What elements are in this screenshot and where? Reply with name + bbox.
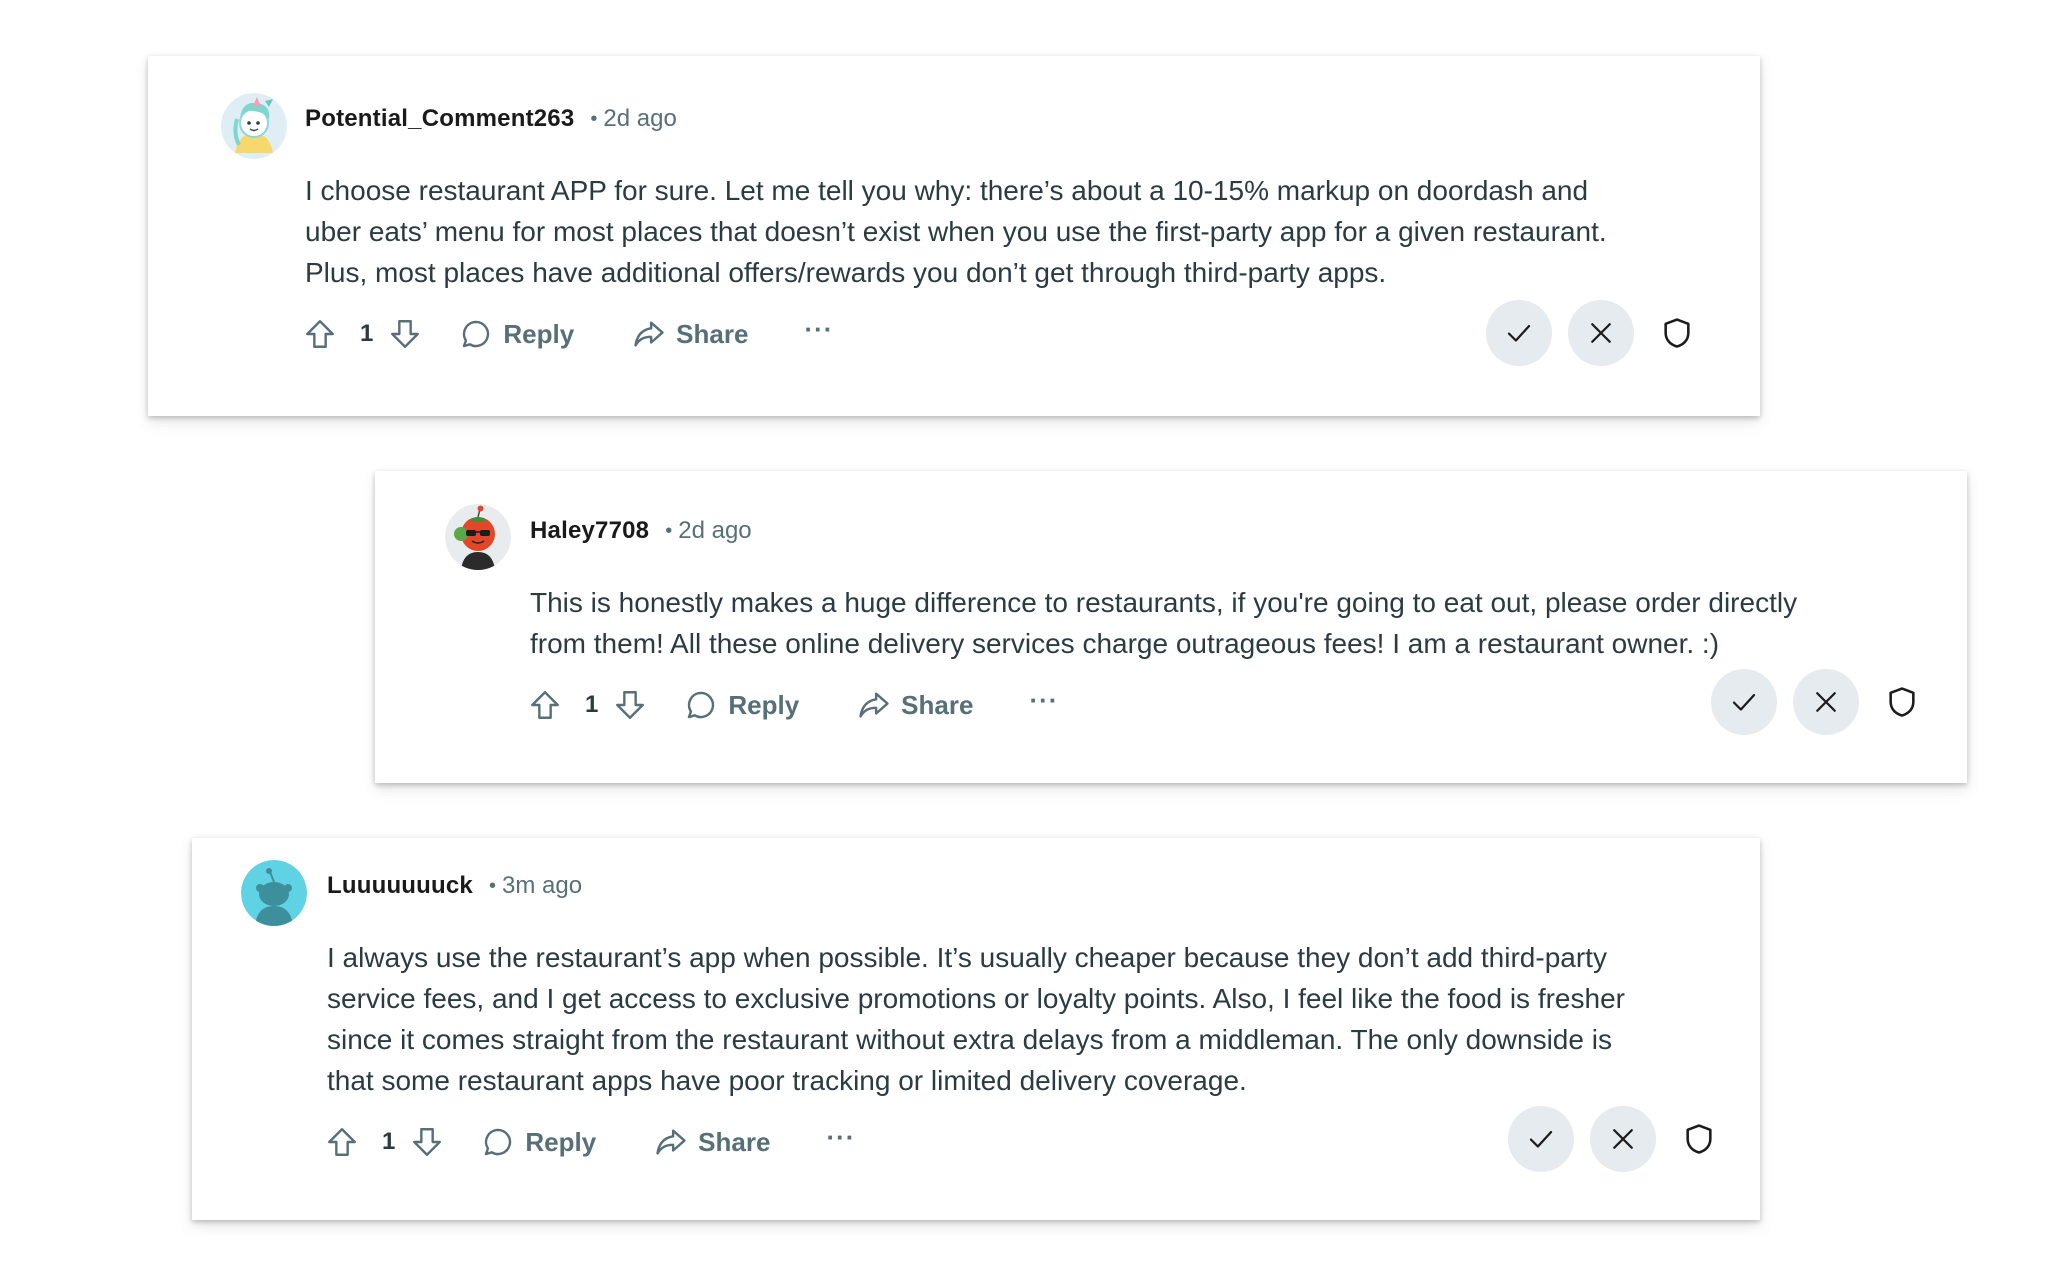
upvote-icon[interactable] [527, 687, 563, 723]
comment-bubble-icon [463, 320, 490, 348]
shield-icon [1686, 1124, 1712, 1154]
comment-body: I choose restaurant APP for sure. Let me… [305, 170, 1607, 293]
remove-button[interactable] [1568, 300, 1634, 366]
separator-dot: • [590, 107, 598, 130]
comment-line: since it comes straight from the restaur… [327, 1024, 1612, 1055]
comment-line: I always use the restaurant’s app when p… [327, 942, 1607, 973]
mod-actions [1711, 669, 1927, 735]
comment-body: I always use the restaurant’s app when p… [327, 937, 1625, 1101]
comment-actions: 1 Reply Share ··· [527, 680, 1058, 730]
comment-line: Plus, most places have additional offers… [305, 257, 1387, 288]
avatar-unicorn-icon [221, 93, 287, 159]
avatar[interactable] [241, 860, 307, 926]
downvote-icon[interactable] [612, 687, 648, 723]
comment-header: Luuuuuuuck • 3m ago [327, 872, 582, 900]
comment-line: This is honestly makes a huge difference… [530, 587, 1798, 618]
approve-button[interactable] [1711, 669, 1777, 735]
remove-button[interactable] [1590, 1106, 1656, 1172]
comment-line: service fees, and I get access to exclus… [327, 983, 1625, 1014]
comment-bubble-icon [688, 691, 715, 719]
username[interactable]: Luuuuuuuck [327, 872, 473, 900]
vote-count: 1 [360, 320, 374, 347]
more-options-icon[interactable]: ··· [1029, 687, 1058, 720]
upvote-icon[interactable] [324, 1124, 360, 1160]
share-label: Share [698, 1126, 771, 1157]
timestamp[interactable]: 3m ago [502, 872, 582, 900]
share-arrow-icon [634, 321, 664, 347]
share-button[interactable]: Share [857, 688, 973, 722]
comment-header: Potential_Comment263 • 2d ago [305, 105, 677, 133]
reply-button[interactable]: Reply [684, 688, 799, 722]
comment-card: Potential_Comment263 • 2d ago I choose r… [148, 56, 1760, 416]
username[interactable]: Potential_Comment263 [305, 105, 574, 133]
comment-bubble-icon [485, 1128, 512, 1156]
username[interactable]: Haley7708 [530, 517, 649, 545]
more-options-icon[interactable]: ··· [826, 1124, 855, 1157]
reply-button[interactable]: Reply [459, 317, 574, 351]
comment-line: that some restaurant apps have poor trac… [327, 1065, 1247, 1096]
comment-line: I choose restaurant APP for sure. Let me… [305, 175, 1589, 206]
share-label: Share [901, 689, 974, 720]
shield-icon [1664, 318, 1690, 348]
separator-dot: • [665, 519, 673, 542]
mod-shield-button[interactable] [1877, 669, 1927, 735]
vote-count: 1 [585, 691, 599, 718]
mod-actions [1508, 1106, 1724, 1172]
reply-button[interactable]: Reply [481, 1125, 596, 1159]
mod-shield-button[interactable] [1652, 300, 1702, 366]
share-button[interactable]: Share [632, 317, 748, 351]
upvote-icon[interactable] [302, 316, 338, 352]
mod-shield-button[interactable] [1674, 1106, 1724, 1172]
avatar-snoo-tomato-icon [445, 504, 511, 570]
comment-card: Luuuuuuuck • 3m ago I always use the res… [192, 838, 1760, 1220]
share-label: Share [676, 318, 749, 349]
close-icon [1591, 323, 1611, 343]
checkmark-icon [1529, 1131, 1553, 1148]
avatar[interactable] [221, 93, 287, 159]
avatar-default-snoo-icon [241, 860, 307, 926]
reply-label: Reply [503, 318, 575, 349]
timestamp[interactable]: 2d ago [603, 105, 676, 133]
approve-button[interactable] [1486, 300, 1552, 366]
comment-actions: 1 Reply Share ··· [302, 309, 833, 359]
reply-label: Reply [728, 689, 800, 720]
share-button[interactable]: Share [654, 1125, 770, 1159]
comment-actions: 1 Reply Share ··· [324, 1117, 855, 1167]
comment-line: uber eats’ menu for most places that doe… [305, 216, 1607, 247]
approve-button[interactable] [1508, 1106, 1574, 1172]
avatar[interactable] [445, 504, 511, 570]
comment-line: from them! All these online delivery ser… [530, 628, 1720, 659]
comment-card: Haley7708 • 2d ago This is honestly make… [375, 471, 1967, 783]
remove-button[interactable] [1793, 669, 1859, 735]
checkmark-icon [1732, 694, 1756, 711]
share-arrow-icon [859, 692, 889, 718]
separator-dot: • [488, 874, 496, 897]
shield-icon [1889, 687, 1915, 717]
comment-body: This is honestly makes a huge difference… [530, 582, 1797, 664]
close-icon [1816, 692, 1836, 712]
downvote-icon[interactable] [409, 1124, 445, 1160]
close-icon [1613, 1129, 1633, 1149]
vote-count: 1 [382, 1128, 396, 1155]
checkmark-icon [1507, 325, 1531, 342]
reply-label: Reply [525, 1126, 597, 1157]
downvote-icon[interactable] [387, 316, 423, 352]
comment-header: Haley7708 • 2d ago [530, 517, 752, 545]
timestamp[interactable]: 2d ago [678, 517, 751, 545]
share-arrow-icon [656, 1129, 686, 1155]
more-options-icon[interactable]: ··· [804, 316, 833, 349]
mod-actions [1486, 300, 1702, 366]
